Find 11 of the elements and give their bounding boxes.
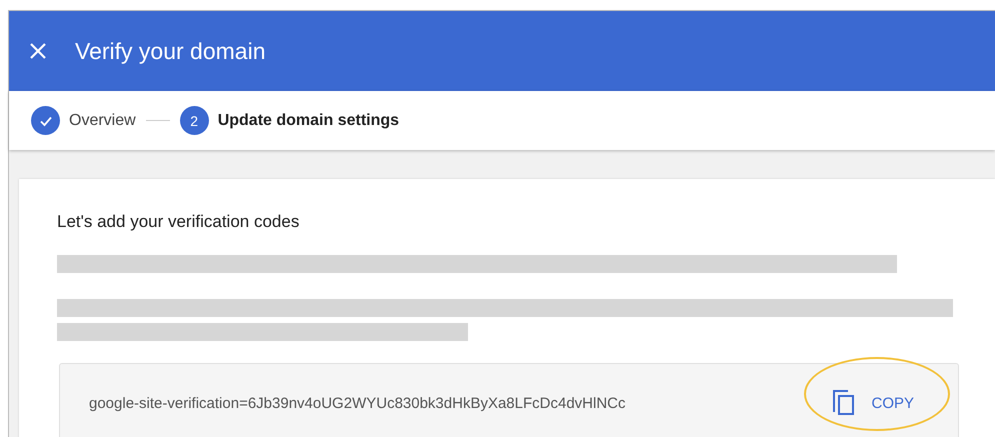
dialog-title: Verify your domain bbox=[75, 38, 266, 64]
close-icon bbox=[29, 42, 47, 60]
copy-icon bbox=[833, 390, 856, 416]
step-label: Overview bbox=[69, 112, 136, 130]
step-number: 2 bbox=[180, 106, 209, 135]
card-heading: Let's add your verification codes bbox=[57, 212, 300, 232]
copy-button[interactable]: COPY bbox=[829, 386, 918, 420]
step-label: Update domain settings bbox=[218, 112, 400, 130]
verification-code: google-site-verification=6Jb39nv4oUG2WYUc830bk3dHkByXa8LFcDc4dvHlNCc bbox=[89, 394, 626, 412]
check-icon bbox=[31, 106, 60, 135]
close-button[interactable] bbox=[29, 42, 47, 60]
